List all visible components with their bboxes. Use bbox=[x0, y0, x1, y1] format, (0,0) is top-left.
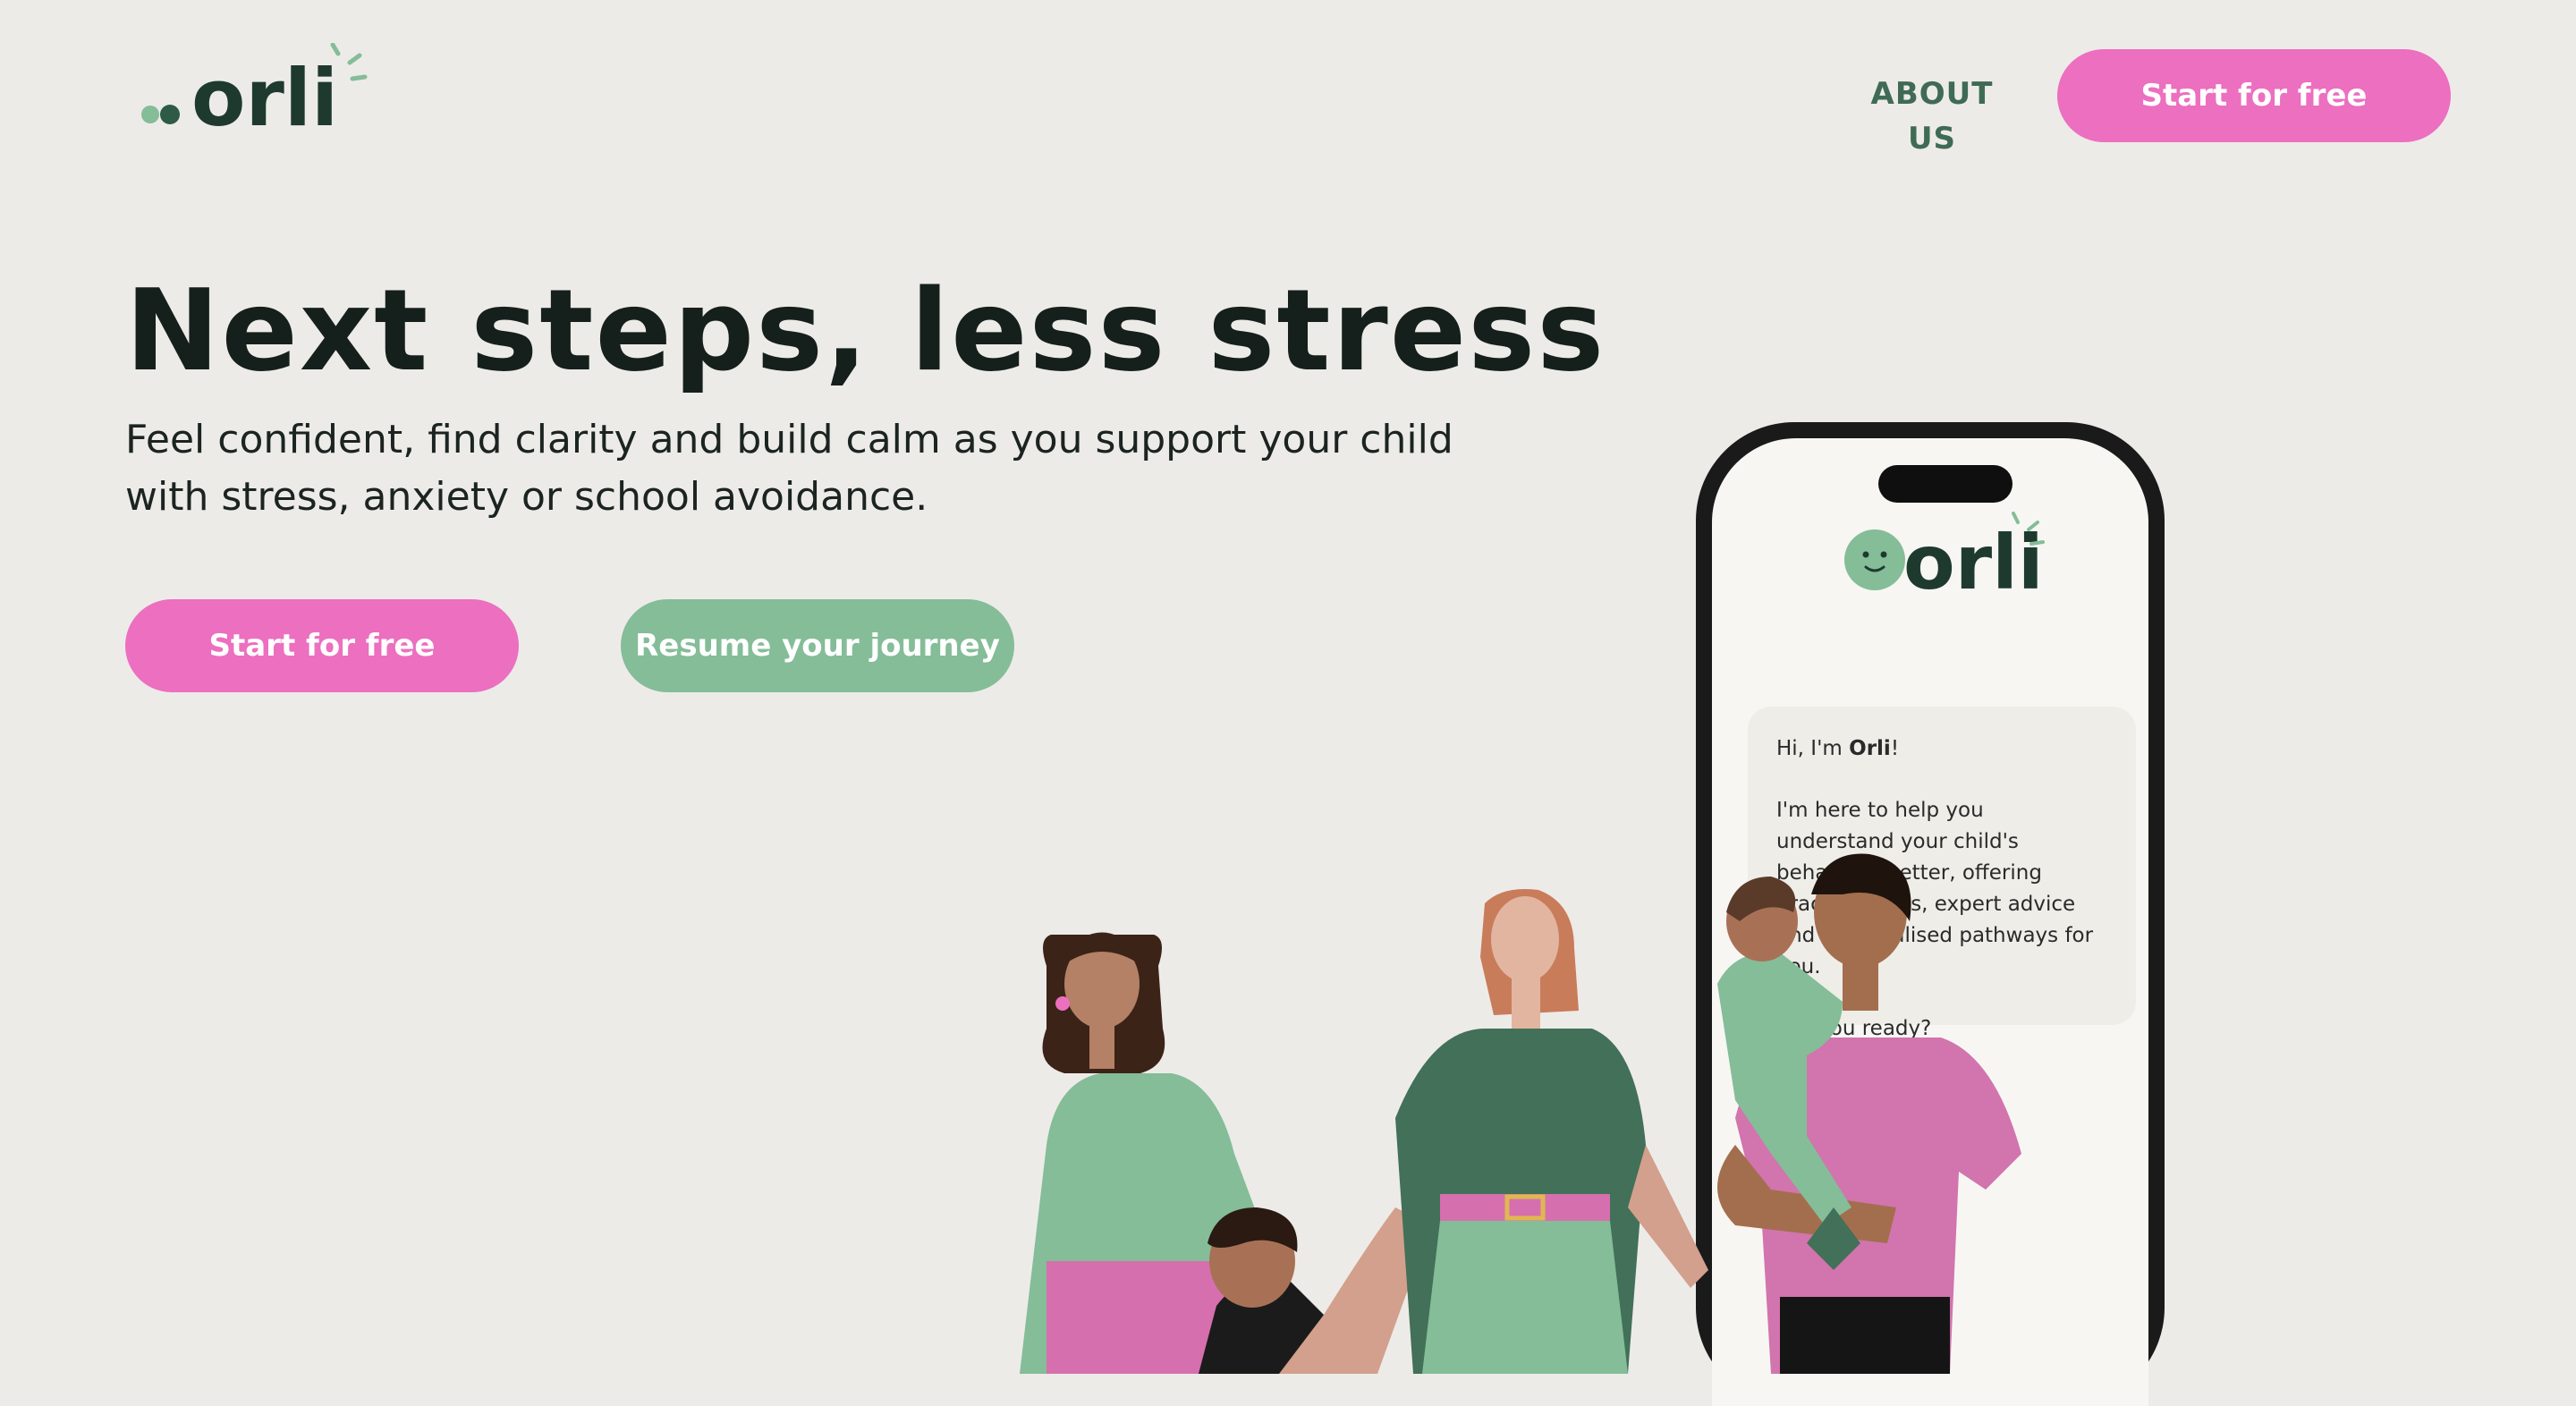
start-for-free-button[interactable]: Start for free bbox=[125, 599, 519, 692]
man-with-child-figure bbox=[1717, 853, 2021, 1374]
orli-logo-mark: orli bbox=[141, 43, 368, 141]
hero-title: Next steps, less stress bbox=[125, 265, 1606, 396]
nav-start-for-free-button[interactable]: Start for free bbox=[2057, 49, 2451, 142]
phone-logo-wordmark: orli bbox=[1903, 519, 2044, 601]
phone-orli-logo: orli bbox=[1839, 503, 2054, 601]
nav-about-us-link[interactable]: ABOUT US bbox=[1843, 72, 2021, 157]
resume-journey-button[interactable]: Resume your journey bbox=[621, 599, 1014, 692]
dynamic-island bbox=[1878, 465, 2012, 503]
hero-subtitle: Feel confident, find clarity and build c… bbox=[125, 417, 1453, 520]
family-illustration bbox=[948, 850, 2147, 1374]
orli-logo[interactable]: orli bbox=[140, 43, 390, 141]
woman-figure bbox=[1279, 889, 1708, 1374]
chat-greeting: Hi, I'm Orli! bbox=[1776, 737, 1900, 760]
logo-wordmark: orli bbox=[191, 52, 338, 141]
